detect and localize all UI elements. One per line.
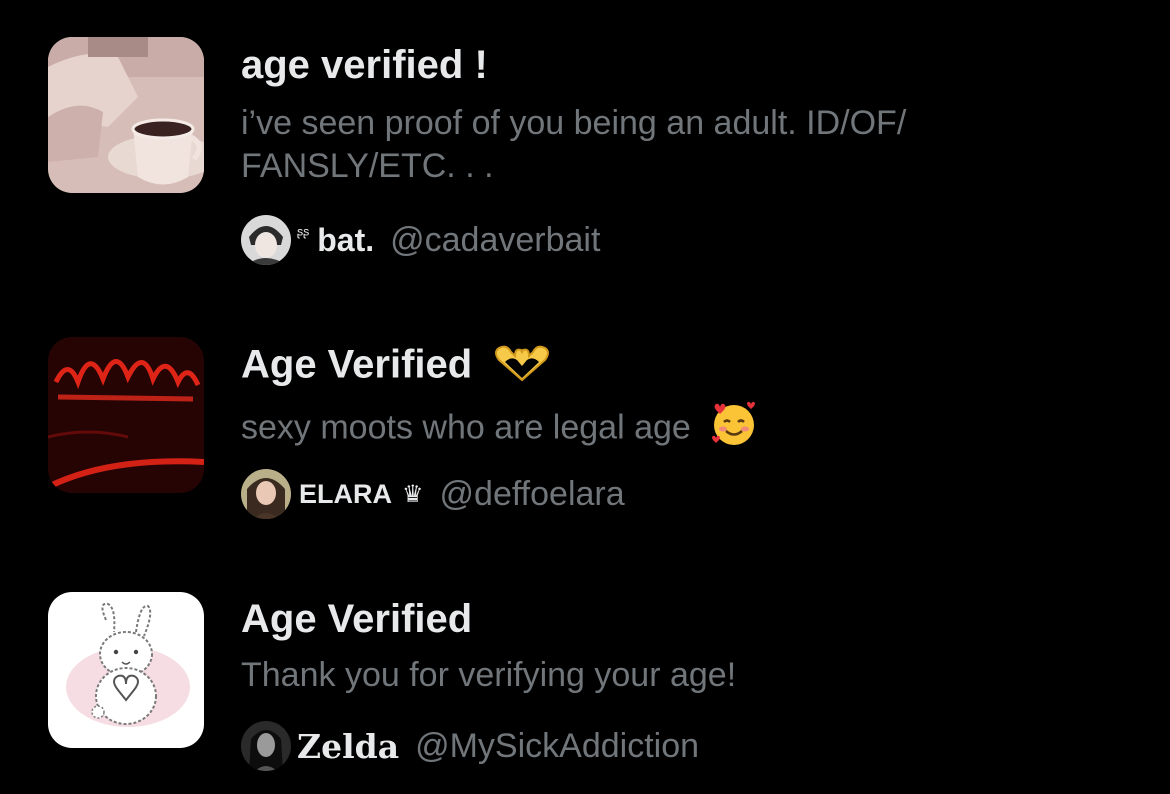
- owner-handle[interactable]: @MySickAddiction: [415, 727, 699, 766]
- list-owner[interactable]: Zelda @MySickAddiction: [241, 720, 699, 772]
- owner-name[interactable]: Zelda: [297, 727, 399, 766]
- list-description: Thank you for verifying your age!: [241, 656, 737, 694]
- owner-avatar[interactable]: [241, 721, 291, 771]
- list-item[interactable]: Age Verified Thank you for verifying you…: [0, 0, 1170, 794]
- list-title: Age Verified: [241, 597, 473, 641]
- list-cover-image[interactable]: [48, 592, 204, 748]
- lists-container: age verified ! i’ve seen proof of you be…: [0, 0, 1170, 794]
